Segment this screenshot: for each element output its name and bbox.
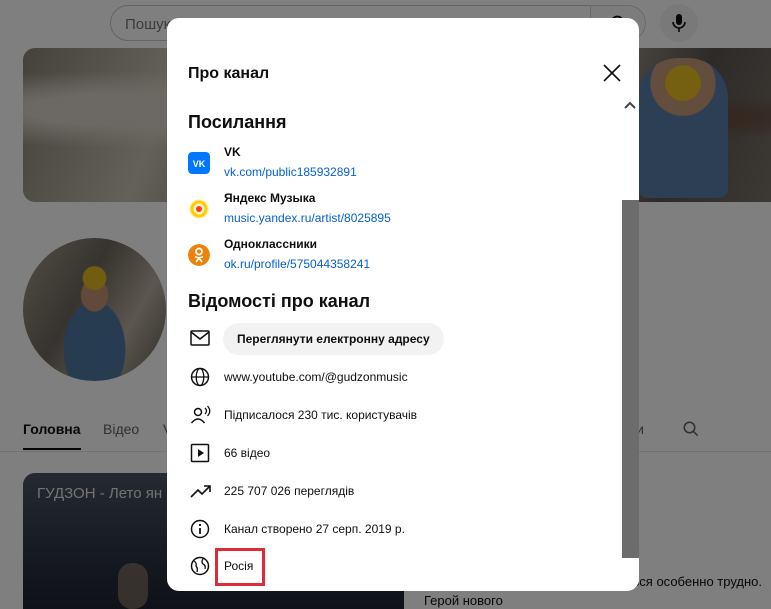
- mail-icon: [190, 330, 210, 346]
- channel-created-date: Канал створено 27 серп. 2019 р.: [224, 522, 405, 536]
- about-channel-dialog: Про канал Посилання VK VK vk.com/public1…: [167, 18, 639, 591]
- video-count: 66 відео: [224, 446, 271, 460]
- view-count: 225 707 026 переглядів: [224, 484, 355, 498]
- channel-details-heading: Відомості про канал: [188, 291, 371, 311]
- scroll-up-arrow-icon[interactable]: [623, 100, 637, 110]
- dialog-title: Про канал: [188, 65, 270, 82]
- yandex-music-icon: [189, 199, 209, 219]
- channel-url[interactable]: www.youtube.com/@gudzonmusic: [224, 370, 408, 384]
- info-row-subscribers: Підписалося 230 тис. користувачів: [188, 401, 608, 431]
- channel-country: Росія: [224, 559, 254, 573]
- info-row-videos: 66 відео: [188, 439, 608, 469]
- subscribers-icon: [190, 405, 211, 424]
- link-name-vk: VK: [224, 145, 241, 159]
- trending-views-icon: [190, 485, 211, 498]
- info-icon: [190, 519, 210, 539]
- scrollbar-thumb[interactable]: [622, 200, 639, 558]
- link-url-odnoklassniki[interactable]: ok.ru/profile/575044358241: [224, 257, 370, 271]
- info-row-email: Переглянути електронну адресу: [188, 323, 608, 355]
- video-play-icon: [190, 443, 210, 463]
- link-item-vk: VK VK vk.com/public185932891: [188, 145, 608, 187]
- info-row-country: Росія: [188, 548, 608, 586]
- svg-text:VK: VK: [193, 159, 206, 169]
- subscriber-count: Підписалося 230 тис. користувачів: [224, 408, 418, 422]
- info-row-website: www.youtube.com/@gudzonmusic: [188, 363, 608, 393]
- link-name-odnoklassniki: Одноклассники: [224, 237, 318, 251]
- link-item-odnoklassniki: Одноклассники ok.ru/profile/575044358241: [188, 237, 608, 279]
- close-icon: [603, 64, 621, 82]
- link-url-vk[interactable]: vk.com/public185932891: [224, 165, 357, 179]
- links-heading: Посилання: [188, 112, 287, 132]
- link-name-yandex-music: Яндекс Музыка: [224, 191, 316, 205]
- link-item-yandex-music: Яндекс Музыка music.yandex.ru/artist/802…: [188, 191, 608, 233]
- view-email-button[interactable]: Переглянути електронну адресу: [223, 323, 444, 355]
- info-row-views: 225 707 026 переглядів: [188, 477, 608, 507]
- link-url-yandex-music[interactable]: music.yandex.ru/artist/8025895: [224, 211, 391, 225]
- vk-icon: VK: [188, 152, 210, 174]
- earth-icon: [190, 556, 210, 576]
- info-row-created: Канал створено 27 серп. 2019 р.: [188, 515, 608, 545]
- odnoklassniki-icon: [188, 244, 210, 266]
- close-button[interactable]: [599, 60, 625, 86]
- globe-icon: [190, 367, 210, 387]
